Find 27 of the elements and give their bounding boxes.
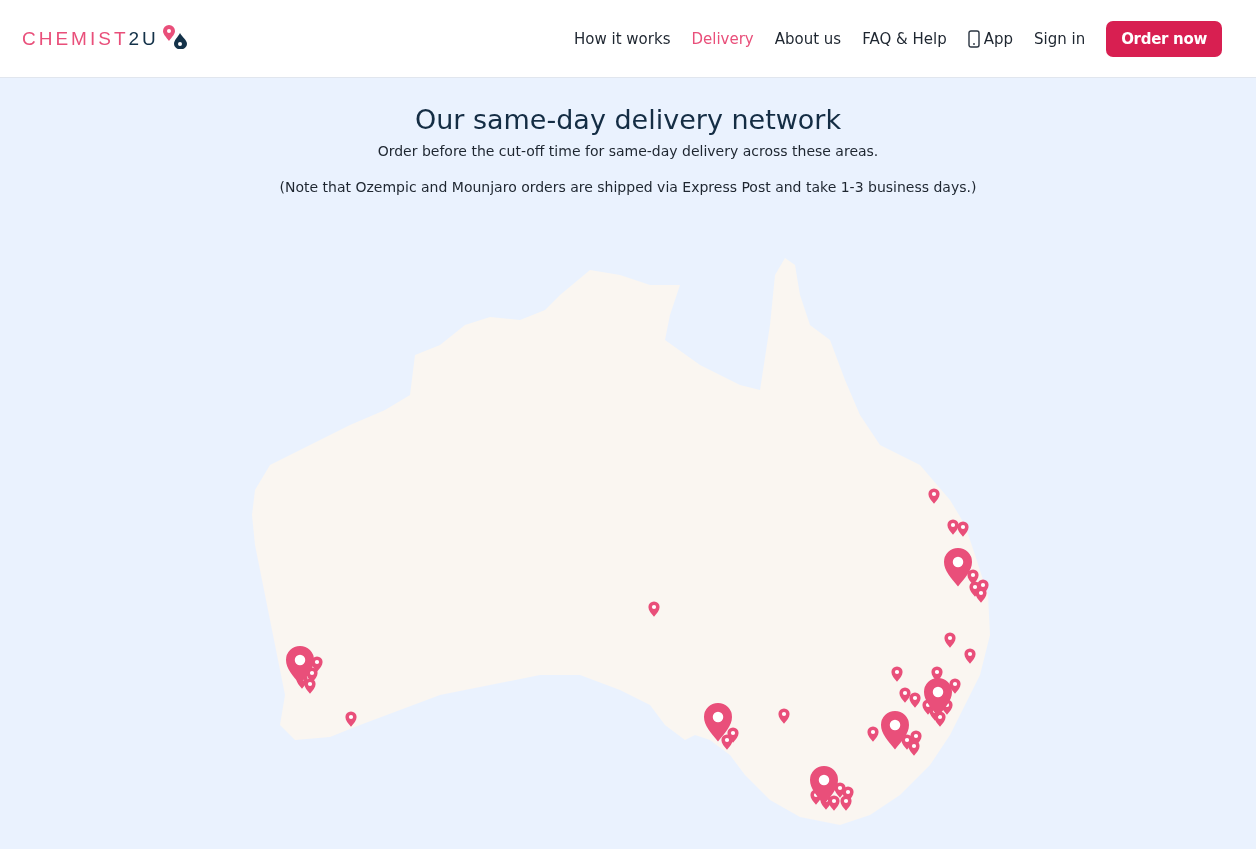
map-pin-icon bbox=[840, 795, 852, 811]
page-heading: Our same-day delivery network bbox=[414, 104, 842, 135]
nav-link[interactable]: About us bbox=[774, 29, 842, 48]
map-pin-icon bbox=[867, 726, 879, 742]
map-pin-icon bbox=[944, 632, 956, 648]
phone-icon bbox=[967, 29, 980, 48]
nav-link[interactable]: Sign in bbox=[1034, 29, 1086, 48]
nav-link[interactable]: App bbox=[967, 29, 1013, 48]
map-pin-icon bbox=[899, 687, 911, 703]
logo-pins-icon bbox=[161, 24, 188, 49]
nav-link[interactable]: How it works bbox=[574, 29, 671, 48]
order-now-button[interactable]: Order now bbox=[1106, 20, 1222, 57]
map-pin-icon bbox=[778, 708, 790, 724]
map-pin-icon bbox=[964, 648, 976, 664]
nav-link[interactable]: Delivery bbox=[691, 29, 754, 48]
map-pin-icon bbox=[648, 601, 660, 617]
logo-text[interactable]: CHEMIST2U bbox=[22, 27, 159, 50]
subheading-text: Order before the cut-off time for same-day delivery across these areas. bbox=[377, 143, 879, 159]
note-text: (Note that Ozempic and Mounjaro orders are shipped via Express Post and take 1-3 business days.) bbox=[279, 179, 977, 195]
map-pin-icon bbox=[928, 488, 940, 504]
map-pin-icon bbox=[975, 587, 987, 603]
nav-link[interactable]: FAQ & Help bbox=[862, 29, 947, 48]
map-pin-icon bbox=[947, 519, 959, 535]
map-pin-icon bbox=[345, 711, 357, 727]
map-pin-icon bbox=[957, 521, 969, 537]
map-pin-icon bbox=[909, 692, 921, 708]
map-pin-icon bbox=[891, 666, 903, 682]
